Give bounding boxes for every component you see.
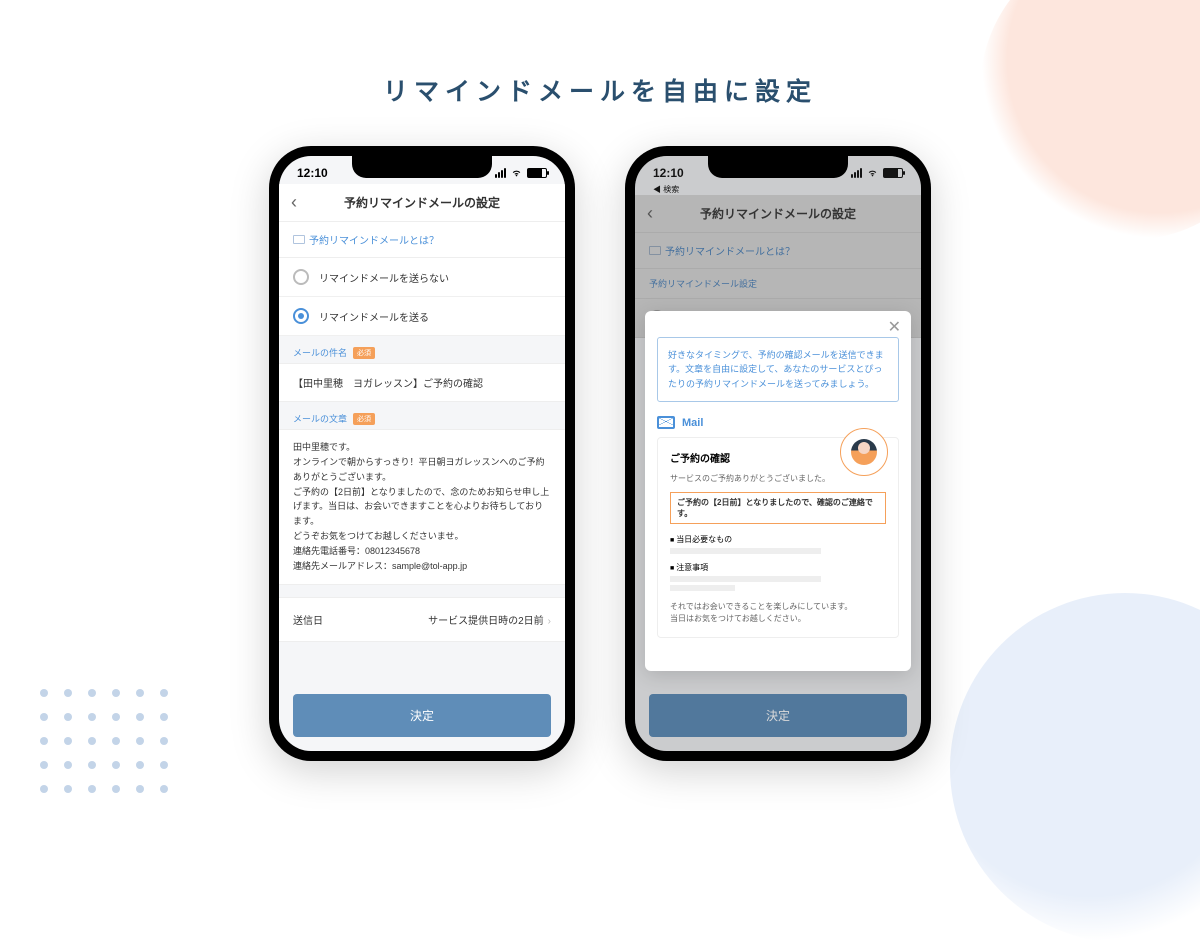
signal-icon [495, 168, 506, 178]
navigation-bar: ‹ 予約リマインドメールの設定 [635, 195, 921, 233]
phone-mockup-2: 12:10 ◀ 検索 ‹ 予約リマインドメールの設定 予約リマインドメールとは？… [625, 146, 931, 761]
mail-icon [657, 416, 675, 429]
back-button[interactable]: ‹ [647, 203, 653, 224]
signal-icon [851, 168, 862, 178]
wifi-icon [510, 168, 523, 178]
radio-icon [293, 269, 309, 285]
phone-notch [708, 156, 848, 178]
send-date-row[interactable]: 送信日 サービス提供日時の2日前 › [279, 597, 565, 642]
back-button[interactable]: ‹ [291, 192, 297, 213]
subject-input[interactable]: 【田中里穂 ヨガレッスン】ご予約の確認 [279, 363, 565, 402]
radio-icon [293, 308, 309, 324]
phone-notch [352, 156, 492, 178]
mail-icon [649, 246, 661, 255]
mail-preview-section: 当日必要なもの [670, 534, 886, 554]
required-badge: 必須 [353, 413, 375, 425]
radio-label: リマインドメールを送らない [319, 270, 449, 285]
wifi-icon [866, 168, 879, 178]
mail-icon [293, 235, 305, 244]
close-icon[interactable]: ✕ [888, 317, 901, 337]
nav-title: 予約リマインドメールの設定 [647, 205, 909, 222]
status-time: 12:10 [653, 166, 684, 180]
info-link[interactable]: 予約リマインドメールとは？ [635, 233, 921, 269]
avatar-icon [851, 439, 877, 465]
required-badge: 必須 [353, 347, 375, 359]
info-link-label: 予約リマインドメールとは？ [665, 243, 795, 258]
tutorial-modal: ✕ 好きなタイミングで、予約の確認メールを送信できます。文章を自由に設定して、あ… [645, 311, 911, 671]
body-label: メールの文章 必須 [279, 402, 565, 429]
subject-label: メールの件名 必須 [279, 336, 565, 363]
radio-option-on[interactable]: リマインドメールを送る [279, 297, 565, 336]
mail-preview-subtitle: サービスのご予約ありがとうございました。 [670, 473, 886, 484]
radio-label: リマインドメールを送る [319, 309, 429, 324]
battery-icon [527, 168, 547, 178]
settings-subtitle: 予約リマインドメール設定 [635, 269, 921, 299]
mail-preview-footer: それではお会いできることを楽しみにしています。当日はお気をつけてお越しください。 [670, 601, 886, 625]
modal-intro-text: 好きなタイミングで、予約の確認メールを送信できます。文章を自由に設定して、あなた… [657, 337, 899, 402]
send-date-value: サービス提供日時の2日前 [428, 616, 544, 627]
battery-icon [883, 168, 903, 178]
send-date-label: 送信日 [293, 612, 323, 627]
search-back-link[interactable]: ◀ 検索 [635, 184, 921, 195]
page-title: リマインドメールを自由に設定 [0, 0, 1200, 108]
phone-mockup-1: 12:10 ‹ 予約リマインドメールの設定 予約リマインドメールとは？ [269, 146, 575, 761]
nav-title: 予約リマインドメールの設定 [291, 194, 553, 211]
info-link-label: 予約リマインドメールとは？ [309, 232, 439, 247]
submit-button[interactable]: 決定 [649, 694, 907, 737]
navigation-bar: ‹ 予約リマインドメールの設定 [279, 184, 565, 222]
info-link[interactable]: 予約リマインドメールとは？ [279, 222, 565, 258]
submit-button[interactable]: 決定 [293, 694, 551, 737]
mail-preview-card: ご予約の確認 サービスのご予約ありがとうございました。 ご予約の【2日前】となり… [657, 437, 899, 638]
status-time: 12:10 [297, 166, 328, 180]
mail-preview-highlight: ご予約の【2日前】となりましたので、確認のご連絡です。 [670, 492, 886, 524]
mail-preview-section: 注意事項 [670, 562, 886, 591]
body-textarea[interactable]: 田中里穂です。オンラインで朝からすっきり！平日朝ヨガレッスンへのご予約ありがとう… [279, 429, 565, 585]
avatar-bubble [840, 428, 888, 476]
chevron-right-icon: › [548, 616, 551, 627]
radio-option-off[interactable]: リマインドメールを送らない [279, 258, 565, 297]
